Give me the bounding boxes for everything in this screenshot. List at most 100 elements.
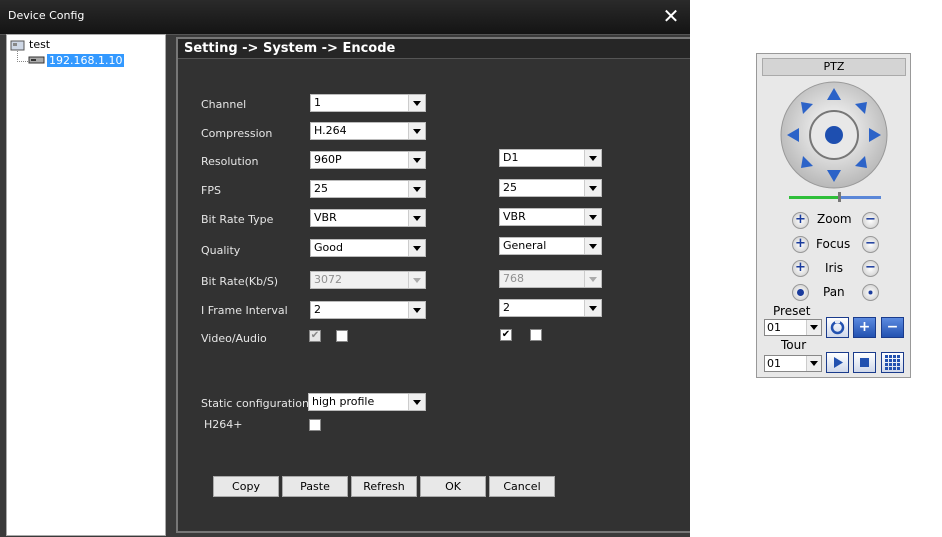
compression-select[interactable]: H.264 — [310, 122, 426, 140]
chevron-down-icon — [408, 181, 425, 197]
grid-icon — [885, 355, 900, 370]
chevron-down-icon — [408, 240, 425, 256]
tour-stop-button[interactable] — [853, 352, 876, 373]
breadcrumb: Setting -> System -> Encode — [178, 39, 690, 59]
quality-main-value: Good — [314, 241, 343, 254]
channel-select[interactable]: 1 — [310, 94, 426, 112]
zoom-in-button[interactable]: + — [792, 212, 809, 229]
chevron-down-icon — [408, 302, 425, 318]
ok-button[interactable]: OK — [420, 476, 486, 497]
cancel-button[interactable]: Cancel — [489, 476, 555, 497]
tour-play-button[interactable] — [826, 352, 849, 373]
h264plus-label: H264+ — [204, 418, 243, 431]
chevron-down-icon — [408, 210, 425, 226]
main-video-checkbox[interactable]: ✔ — [309, 330, 321, 342]
chevron-down-icon — [408, 272, 425, 288]
chevron-down-icon — [408, 152, 425, 168]
bitrate-sub-select: 768 — [499, 270, 602, 288]
close-icon[interactable]: ✕ — [660, 4, 682, 28]
iframe-sub-value: 2 — [503, 301, 510, 314]
refresh-button[interactable]: Refresh — [351, 476, 417, 497]
bitrate-type-sub-value: VBR — [503, 210, 526, 223]
stop-icon — [860, 358, 869, 367]
iris-label: Iris — [825, 261, 844, 275]
quality-sub-value: General — [503, 239, 547, 252]
ptz-panel: PTZ + Zoom − + Focus − + Iris − Pan Pres… — [756, 53, 911, 378]
iframe-sub-select[interactable]: 2 — [499, 299, 602, 317]
pan-stop-button[interactable] — [862, 284, 879, 301]
chevron-down-icon — [584, 300, 601, 316]
h264plus-checkbox[interactable] — [309, 419, 321, 431]
tour-label: Tour — [781, 338, 807, 352]
preset-value: 01 — [767, 321, 781, 334]
zoom-label: Zoom — [817, 212, 852, 226]
preset-select[interactable]: 01 — [764, 319, 822, 336]
sub-audio-checkbox[interactable] — [530, 329, 542, 341]
resolution-main-select[interactable]: 960P — [310, 151, 426, 169]
direction-pad-icon[interactable] — [779, 80, 889, 190]
ptz-title: PTZ — [762, 58, 906, 76]
chevron-down-icon — [408, 394, 425, 410]
quality-sub-select[interactable]: General — [499, 237, 602, 255]
bitrate-main-value: 3072 — [314, 273, 342, 286]
paste-button[interactable]: Paste — [282, 476, 348, 497]
resolution-label: Resolution — [201, 155, 259, 168]
main-audio-checkbox[interactable] — [336, 330, 348, 342]
bitrate-type-main-value: VBR — [314, 211, 337, 224]
bitrate-main-select: 3072 — [310, 271, 426, 289]
sub-video-checkbox[interactable]: ✔ — [500, 329, 512, 341]
pan-start-button[interactable] — [792, 284, 809, 301]
play-icon — [834, 357, 843, 368]
channel-label: Channel — [201, 98, 247, 111]
focus-label: Focus — [816, 237, 851, 251]
bitrate-type-main-select[interactable]: VBR — [310, 209, 426, 227]
preset-remove-button[interactable]: − — [881, 317, 904, 338]
device-config-window: Device Config ✕ test 192.168.1.10 Settin… — [0, 0, 690, 537]
quality-main-select[interactable]: Good — [310, 239, 426, 257]
focus-in-button[interactable]: + — [792, 236, 809, 253]
tree-root-label[interactable]: test — [29, 38, 50, 51]
compression-label: Compression — [201, 127, 273, 140]
focus-out-button[interactable]: − — [862, 236, 879, 253]
folder-tree-icon — [10, 40, 25, 51]
title-bar: Device Config ✕ — [0, 0, 690, 35]
chevron-down-icon — [584, 238, 601, 254]
copy-button[interactable]: Copy — [213, 476, 279, 497]
bitrate-type-sub-select[interactable]: VBR — [499, 208, 602, 226]
preset-add-button[interactable]: + — [853, 317, 876, 338]
dot-icon — [868, 290, 873, 295]
zoom-out-button[interactable]: − — [862, 212, 879, 229]
resolution-main-value: 960P — [314, 153, 342, 166]
fps-label: FPS — [201, 184, 221, 197]
tree-connector — [17, 51, 28, 62]
iframe-label: I Frame Interval — [201, 304, 288, 317]
iris-open-button[interactable]: + — [792, 260, 809, 277]
video-audio-label: Video/Audio — [201, 332, 267, 345]
chevron-down-icon — [806, 320, 821, 335]
iframe-main-select[interactable]: 2 — [310, 301, 426, 319]
compression-value: H.264 — [314, 124, 347, 137]
static-config-value: high profile — [312, 395, 375, 408]
speed-slider[interactable] — [789, 191, 881, 203]
device-icon — [28, 56, 45, 64]
iris-close-button[interactable]: − — [862, 260, 879, 277]
tree-device-item[interactable]: 192.168.1.10 — [47, 54, 125, 67]
fps-main-value: 25 — [314, 182, 328, 195]
resolution-sub-value: D1 — [503, 151, 519, 164]
fps-main-select[interactable]: 25 — [310, 180, 426, 198]
chevron-down-icon — [408, 123, 425, 139]
chevron-down-icon — [584, 271, 601, 287]
preset-label: Preset — [773, 304, 811, 318]
fps-sub-select[interactable]: 25 — [499, 179, 602, 197]
bitrate-sub-value: 768 — [503, 272, 524, 285]
quality-label: Quality — [201, 244, 241, 257]
resolution-sub-select[interactable]: D1 — [499, 149, 602, 167]
chevron-down-icon — [584, 150, 601, 166]
static-config-select[interactable]: high profile — [308, 393, 426, 411]
preset-call-button[interactable] — [826, 317, 849, 338]
dot-icon — [797, 289, 804, 296]
tour-grid-button[interactable] — [881, 352, 904, 373]
tour-value: 01 — [767, 357, 781, 370]
tour-select[interactable]: 01 — [764, 355, 822, 372]
bitrate-label: Bit Rate(Kb/S) — [201, 275, 279, 288]
